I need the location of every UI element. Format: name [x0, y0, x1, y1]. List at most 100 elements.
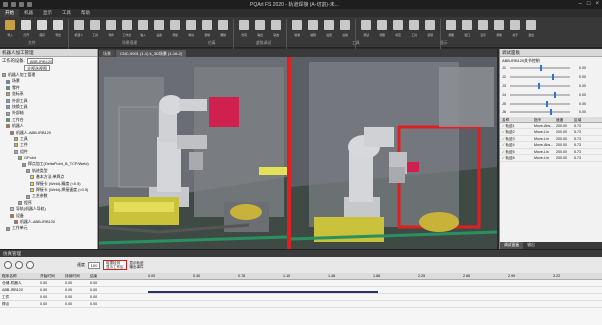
joint-value[interactable]: 0.00	[572, 110, 586, 114]
group-tools: 工具	[352, 41, 360, 45]
ribbon-button[interactable]: 导入	[2, 19, 18, 41]
tab-3d-scene[interactable]: CNC-9001 (1-1) k_3D场景 (1-16-2)	[116, 50, 187, 57]
ribbon-button[interactable]: 删除	[215, 19, 231, 41]
speed-input[interactable]: 100	[88, 261, 100, 269]
joint-slider[interactable]	[510, 100, 570, 107]
ribbon-button[interactable]: 调试	[358, 19, 374, 41]
ribbon-button[interactable]: 轨迹	[268, 19, 284, 41]
row-speed: 200.00	[556, 156, 567, 161]
timeline-row[interactable]: 焊点 0.00 0.00 0.00	[0, 301, 602, 308]
process-tree: 机器人加工管理 场景 零件 坐标系 外部工具 快换工具 外部轴 工作台 机器人 机器人-ABB-I…	[0, 71, 97, 232]
tab-debug[interactable]: 调试面板	[500, 242, 524, 249]
ribbon-button[interactable]: 复制	[199, 19, 215, 41]
tree-node-icon	[10, 213, 14, 218]
ribbon-button[interactable]: 导出	[50, 19, 66, 41]
joint-slider[interactable]	[510, 65, 570, 72]
ribbon-button[interactable]: 保存	[34, 19, 50, 41]
joint-value[interactable]: 0.00	[572, 75, 586, 79]
ribbon-button[interactable]: 退出	[523, 19, 539, 41]
slider-knob[interactable]	[546, 100, 548, 107]
3d-viewport[interactable]	[99, 57, 497, 249]
joint-slider[interactable]	[510, 91, 570, 98]
menu-robot[interactable]: 机器	[19, 9, 38, 17]
ribbon-label: 退出	[528, 33, 534, 37]
ribbon-button[interactable]: 帮助	[491, 19, 507, 41]
tab-scene[interactable]: 场景	[99, 50, 115, 57]
row-name-text: 轨迹3	[505, 136, 515, 141]
menu-help[interactable]: 帮助	[76, 9, 95, 17]
ribbon-button[interactable]: 添加	[167, 19, 183, 41]
timeline-row[interactable]: 仓储-机器人 0.00 0.00 0.00	[0, 280, 602, 287]
ribbon-button[interactable]: 关于	[507, 19, 523, 41]
table-row[interactable]: ✓ 轨迹6 Move-Lin 200.00 5.73	[500, 155, 602, 162]
rewind-icon[interactable]	[4, 261, 12, 269]
ribbon-button[interactable]: 机器人	[71, 19, 87, 41]
joint-value[interactable]: 0.00	[572, 84, 586, 88]
row-zone: 5.73	[574, 136, 581, 141]
joint-slider[interactable]	[510, 82, 570, 89]
timeline-row[interactable]: 工件 0.00 0.00 0.00	[0, 294, 602, 301]
tree-node-icon	[6, 79, 10, 84]
tree-item[interactable]: 工作单元	[0, 225, 97, 231]
ribbon-button[interactable]: 标定	[390, 19, 406, 41]
joint-row: J5 0.00	[500, 99, 602, 108]
output-event-check[interactable]: 输出事件	[130, 265, 144, 269]
ribbon-button[interactable]: 零件	[103, 19, 119, 41]
ribbon-button[interactable]: 移动	[183, 19, 199, 41]
maximize-icon[interactable]: □	[587, 1, 591, 7]
minimize-icon[interactable]: –	[579, 1, 582, 7]
slider-knob[interactable]	[552, 74, 554, 81]
menu-tools[interactable]: 工具	[57, 9, 76, 17]
joint-value[interactable]: 0.00	[572, 102, 586, 106]
open-icon[interactable]	[11, 2, 16, 7]
joint-label: J1	[502, 66, 507, 71]
joint-row: J3 0.00	[500, 82, 602, 91]
work-device-label: 工作的设备:	[2, 57, 25, 63]
ribbon-button[interactable]: 编辑	[305, 19, 321, 41]
group-display: 显示	[440, 41, 448, 45]
slider-knob[interactable]	[550, 109, 552, 116]
ribbon-button[interactable]: 测量	[374, 19, 390, 41]
menu-home[interactable]: 开始	[0, 9, 19, 17]
close-icon[interactable]: ×	[595, 1, 599, 7]
joint-value[interactable]: 0.00	[572, 93, 586, 97]
joint-value[interactable]: 0.00	[572, 66, 586, 70]
ribbon-button[interactable]: 工具	[406, 19, 422, 41]
tab-output[interactable]: 输出	[523, 242, 539, 249]
ribbon-button[interactable]: 打开	[18, 19, 34, 41]
slider-knob[interactable]	[540, 65, 542, 72]
new-icon[interactable]	[3, 2, 8, 7]
ribbon-button[interactable]: 后置	[321, 19, 337, 41]
row-name: ✓ 轨迹6	[500, 155, 534, 161]
view-selector[interactable]: 全视选视图	[24, 64, 50, 71]
save-icon[interactable]	[19, 2, 24, 7]
ribbon-button[interactable]: 工作台	[119, 19, 135, 41]
row-name-text: 轨迹1	[505, 123, 515, 128]
joint-slider[interactable]	[510, 74, 570, 81]
ribbon-button[interactable]: 输入	[135, 19, 151, 41]
joint-slider[interactable]	[510, 109, 570, 116]
ribbon-button[interactable]: 仿真	[236, 19, 252, 41]
tree-node-icon	[14, 143, 18, 148]
ribbon-button[interactable]: 虚拟	[337, 19, 353, 41]
tl-duration: 0.00	[65, 295, 73, 299]
menu-display[interactable]: 显示	[38, 9, 57, 17]
ribbon-button[interactable]: 输出	[252, 19, 268, 41]
ribbon-button[interactable]: 工具	[87, 19, 103, 41]
ribbon-label: 删除	[220, 33, 226, 37]
ribbon-button[interactable]: 选项	[422, 19, 438, 41]
tree-node-icon	[6, 85, 10, 90]
ribbon-button[interactable]: 窗口	[459, 19, 475, 41]
slider-knob[interactable]	[538, 82, 540, 89]
slider-knob[interactable]	[554, 91, 556, 98]
ribbon-button[interactable]: 视图	[443, 19, 459, 41]
ribbon-button[interactable]: 校准	[289, 19, 305, 41]
work-device-select[interactable]: ABB-IRB120	[26, 57, 53, 64]
show-work-area-check[interactable]: 显示工作区	[106, 265, 124, 269]
undo-icon[interactable]	[27, 2, 32, 7]
ribbon-button[interactable]: 设备	[151, 19, 167, 41]
record-icon[interactable]	[26, 261, 34, 269]
ribbon-button[interactable]: 显示	[475, 19, 491, 41]
row-speed: 200.00	[556, 149, 567, 154]
play-icon[interactable]	[15, 261, 23, 269]
